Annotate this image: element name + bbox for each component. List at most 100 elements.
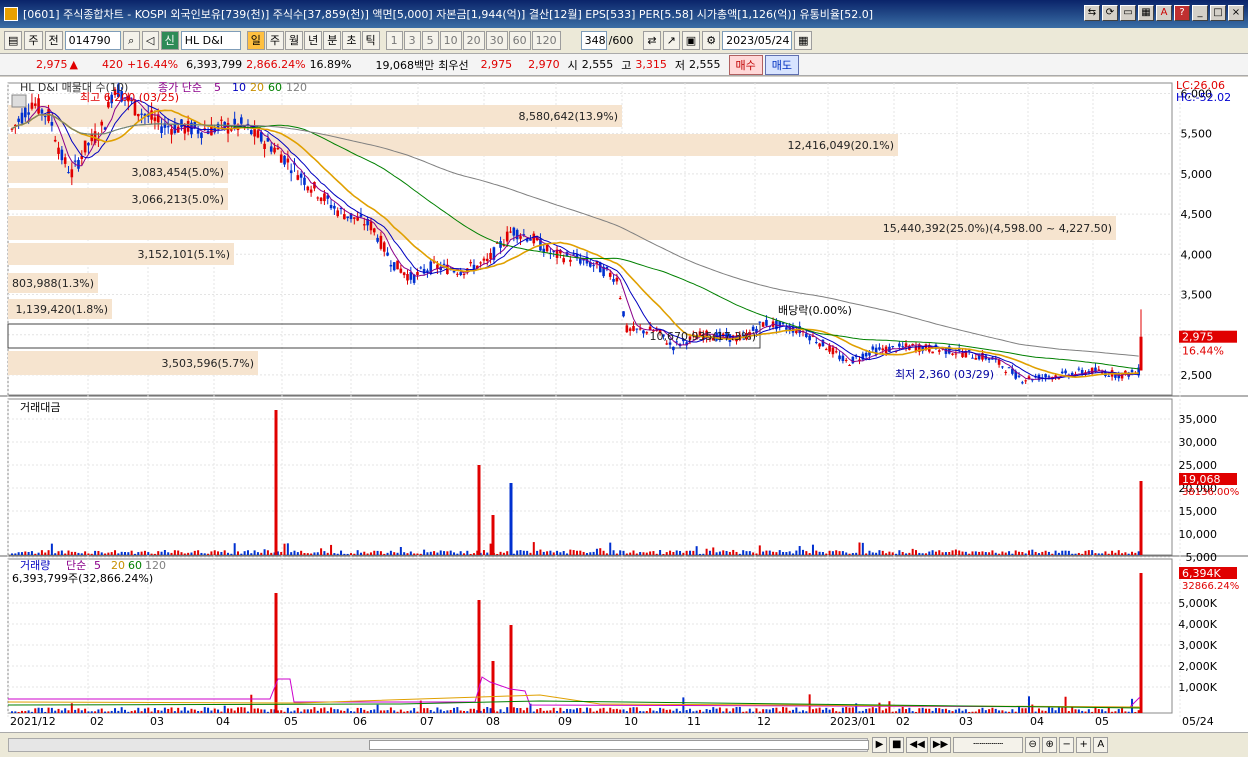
candle-body-103 (353, 217, 356, 219)
period-button-6[interactable]: 틱 (361, 31, 380, 50)
play-icon[interactable]: ▶ (872, 737, 887, 753)
volume-bar-296 (994, 708, 997, 713)
volume-bar-305 (1024, 708, 1027, 713)
candle-body-94 (323, 193, 326, 202)
volume-bar-55 (193, 709, 196, 713)
volume-bar-248 (835, 711, 838, 713)
amount-bar-311 (1044, 550, 1047, 555)
candle-body-188 (635, 328, 639, 330)
period-button-5[interactable]: 초 (342, 31, 361, 50)
candle-body-136 (462, 273, 466, 275)
volume-bar-239 (805, 711, 808, 713)
amount-bar-259 (871, 552, 874, 555)
close-button[interactable]: × (1228, 5, 1244, 21)
volume-bar-303 (1018, 707, 1021, 713)
amount-bar-49 (173, 550, 176, 555)
minus-button[interactable]: − (1059, 737, 1075, 753)
count-input[interactable]: 348 (580, 31, 607, 50)
volume-bar-314 (1054, 710, 1057, 713)
screen-icon[interactable]: ▦ (1138, 5, 1154, 21)
prev-button[interactable]: 전 (44, 31, 63, 50)
calendar-icon[interactable]: ▦ (794, 31, 813, 50)
volume-bar-44 (157, 710, 160, 713)
amount-bar-257 (865, 553, 868, 555)
code-input[interactable]: 014790 (64, 31, 121, 50)
amount-bar-331 (1111, 550, 1114, 555)
amount-bar-86 (296, 552, 299, 555)
volume-bar-159 (539, 708, 542, 713)
candle-body-187 (632, 325, 635, 331)
dividend-annotation: 배당락(0.00%) (778, 304, 852, 317)
amount-bar-258 (868, 550, 871, 555)
credit-badge: 신 (160, 31, 179, 50)
amount-bar-89 (306, 553, 309, 555)
link-icon[interactable]: ⇆ (1084, 5, 1100, 21)
candle-body-20 (77, 159, 80, 169)
zoom-slider[interactable]: ┄┄┄┄┄ (953, 737, 1024, 753)
menu-icon[interactable]: ▤ (4, 31, 23, 50)
speaker-icon[interactable]: ◁ (141, 31, 159, 50)
interval-button-60[interactable]: 60 (508, 31, 531, 50)
interval-button-20[interactable]: 20 (462, 31, 485, 50)
period-button-1[interactable]: 주 (265, 31, 285, 50)
amount-bar-192 (649, 551, 652, 555)
forward-icon[interactable]: ▶▶ (929, 737, 952, 753)
zoom-in-icon[interactable]: ⊕ (1042, 737, 1058, 753)
amount-bar-32 (117, 553, 120, 555)
candle-body-284 (954, 353, 958, 355)
volume-bar-106 (363, 709, 366, 713)
chart-scrollbar[interactable] (8, 738, 869, 752)
candle-body-6 (30, 102, 34, 109)
save-icon[interactable]: ▣ (681, 31, 701, 50)
volume-bar-205 (692, 711, 695, 713)
market-select[interactable]: 주 (24, 31, 43, 50)
amount-bar-42 (150, 553, 153, 555)
rewind-icon[interactable]: ◀◀ (906, 737, 928, 753)
price-tick-4: 4,000 (1181, 248, 1213, 261)
minimize-button[interactable]: _ (1192, 5, 1208, 21)
date-input[interactable]: 2023/05/24 (722, 31, 793, 50)
print-icon[interactable]: ▭ (1120, 5, 1136, 21)
volume-bar-133 (453, 707, 456, 713)
search-icon[interactable]: ⌕ (122, 31, 140, 50)
refresh-icon[interactable]: ⟳ (1102, 5, 1118, 21)
amount-bar-283 (951, 550, 954, 555)
interval-button-5[interactable]: 5 (421, 31, 439, 50)
buy-button[interactable]: 매수 (728, 54, 763, 75)
interval-button-120[interactable]: 120 (531, 31, 561, 50)
table-icon[interactable] (11, 94, 27, 108)
sell-button[interactable]: 매도 (764, 54, 799, 75)
interval-button-3[interactable]: 3 (403, 31, 421, 50)
interval-button-10[interactable]: 10 (439, 31, 462, 50)
plus-button[interactable]: + (1076, 737, 1092, 753)
interval-button-30[interactable]: 30 (485, 31, 508, 50)
candle-body-248 (834, 351, 838, 353)
amount-bar-83 (286, 543, 289, 555)
interval-button-1[interactable]: 1 (385, 31, 403, 50)
stop-icon[interactable]: ■ (889, 737, 905, 753)
period-button-4[interactable]: 분 (323, 31, 342, 50)
period-button-3[interactable]: 년 (304, 31, 323, 50)
candle-body-298 (1001, 366, 1004, 368)
amount-bar-288 (968, 553, 971, 555)
period-button-2[interactable]: 월 (285, 31, 304, 50)
amount-bar-125 (426, 552, 429, 555)
volume-bar-247 (831, 708, 834, 713)
help-icon[interactable]: ? (1174, 5, 1190, 21)
amount-bar-225 (758, 545, 761, 555)
amount-bar-35 (127, 552, 130, 555)
scroll-thumb[interactable] (369, 740, 869, 750)
trend-icon[interactable]: ↗ (662, 31, 680, 50)
zoom-out-icon[interactable]: ⊖ (1025, 737, 1041, 753)
maximize-button[interactable]: □ (1210, 5, 1226, 21)
font-icon[interactable]: A (1156, 5, 1172, 21)
stock-chart[interactable]: 6,0005,5005,0004,5004,0003,5003,0002,500… (0, 77, 1248, 732)
period-button-0[interactable]: 일 (246, 31, 265, 50)
volume-bar-82 (283, 711, 286, 713)
font-size-icon[interactable]: A (1093, 737, 1109, 753)
settings-icon[interactable]: ⚙ (702, 31, 721, 50)
volume-bar-99 (340, 710, 343, 713)
amount-bar-106 (363, 551, 366, 555)
indicator-icon[interactable]: ⇄ (643, 31, 661, 50)
candle-body-294 (987, 358, 991, 361)
